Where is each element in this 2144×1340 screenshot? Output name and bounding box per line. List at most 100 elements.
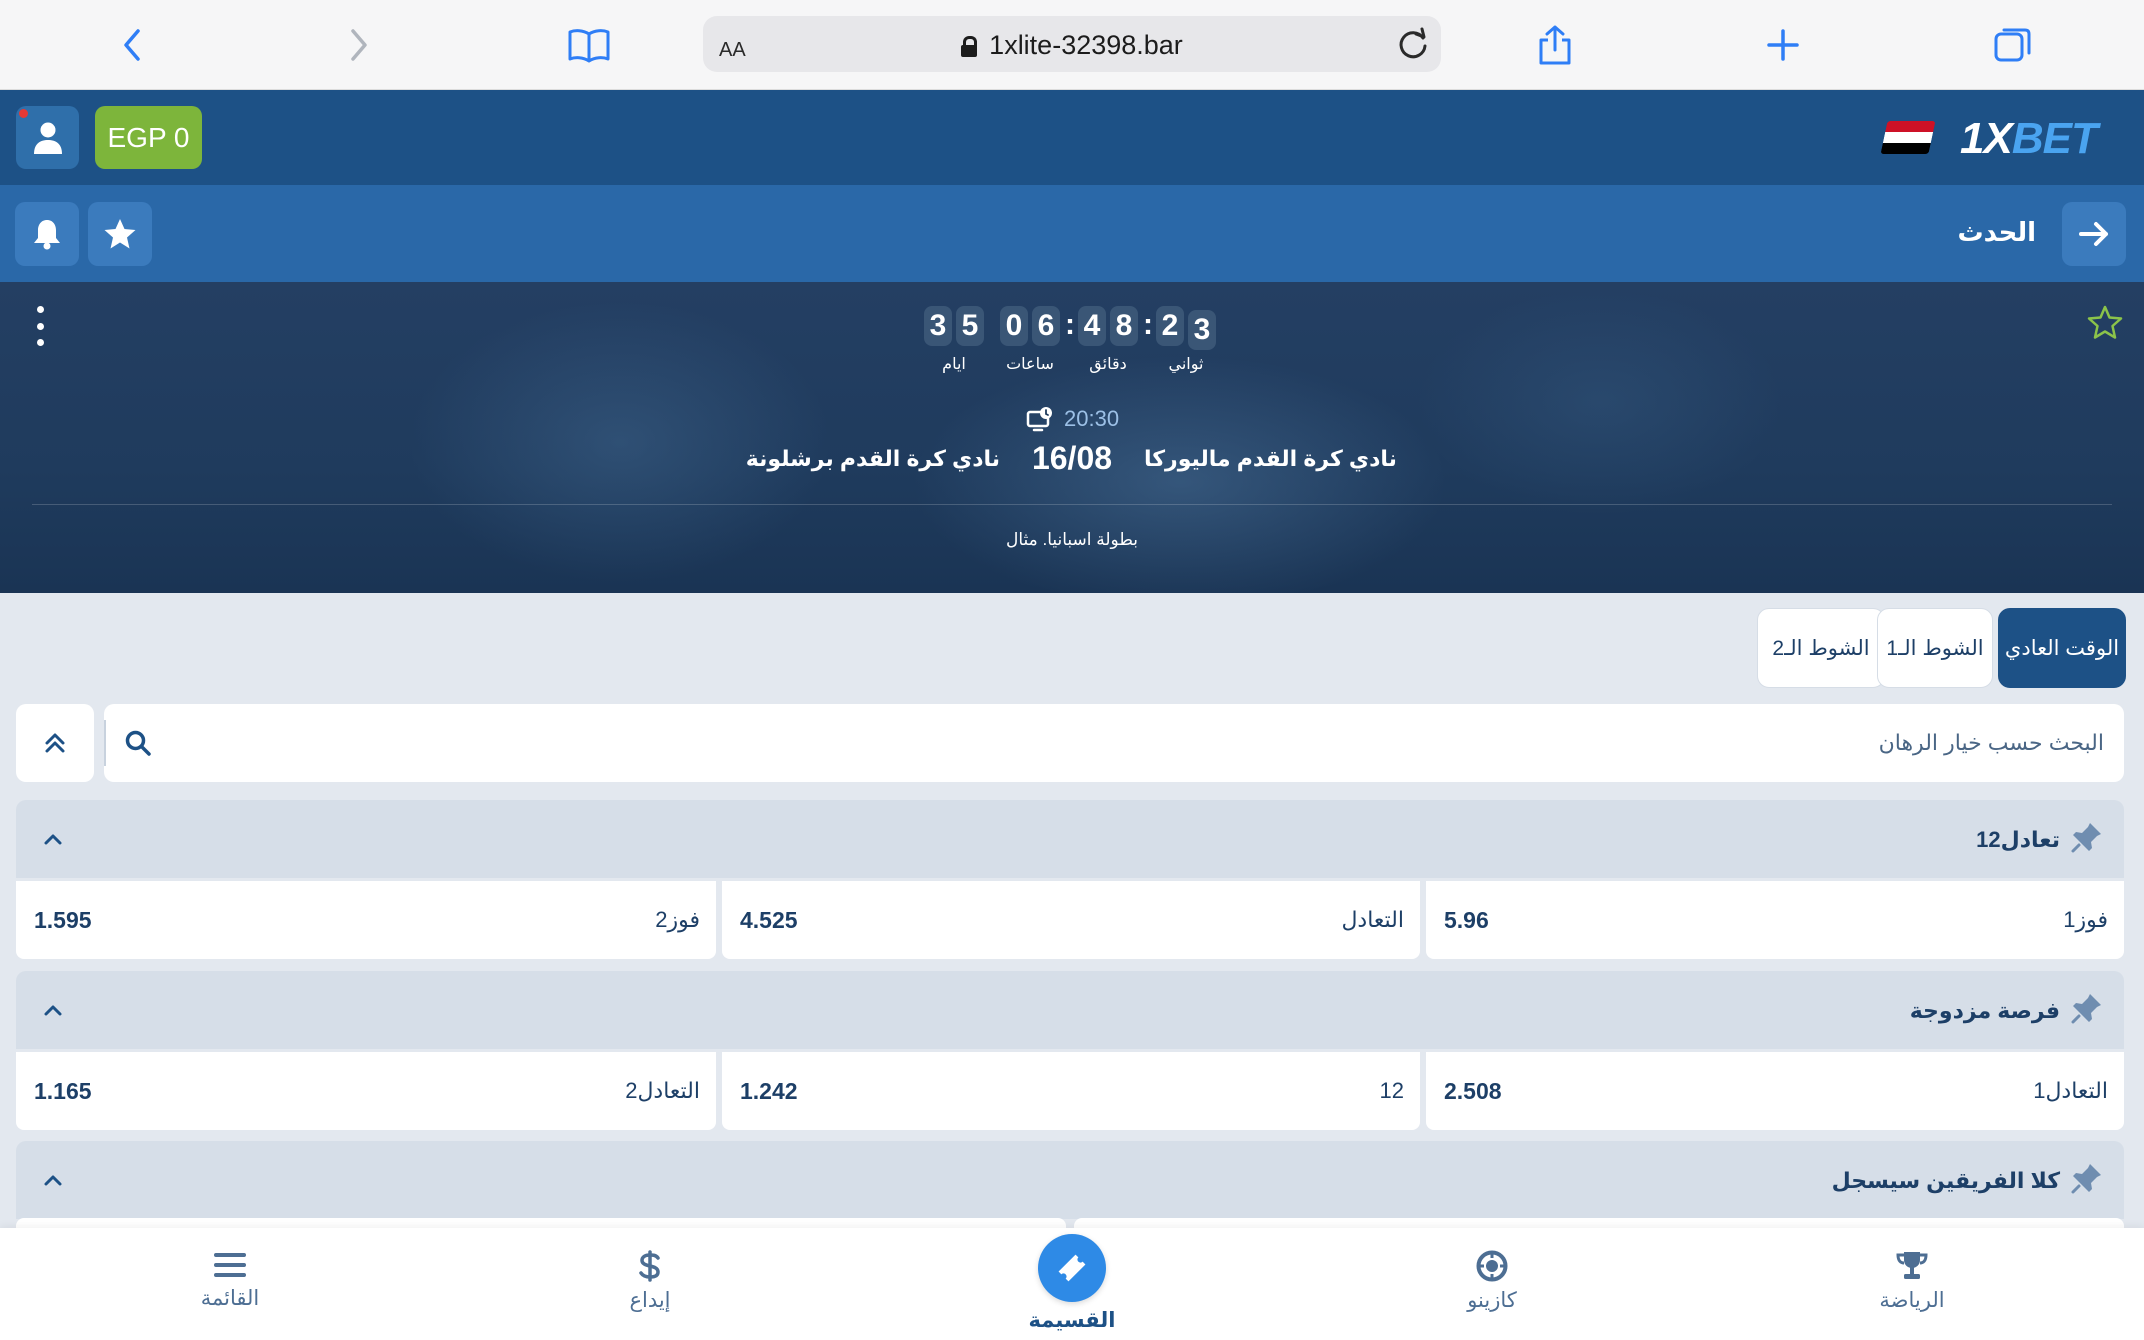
event-hero: 3 5 0 6 : 4 8 : 2 3 ايام ساعات دقائق ثوا… — [0, 282, 2144, 593]
home-team-name: نادي كرة القدم ماليوركا — [1144, 446, 1397, 471]
star-icon — [104, 219, 136, 249]
odd-label: فوز1 — [2063, 907, 2108, 932]
event-nav-bar: الحدث — [0, 185, 2144, 282]
league-name[interactable]: بطولة اسبانيا. مثال — [0, 530, 2144, 550]
odd-label: 12 — [1379, 1078, 1404, 1103]
dollar-icon — [639, 1250, 660, 1282]
countdown-minutes-label: دقائق — [1089, 356, 1127, 373]
notifications-button[interactable] — [15, 202, 79, 266]
chevron-up-icon[interactable] — [40, 826, 66, 852]
bottom-navigation: القائمة إيداع القسيمة كازينو الرياضة — [0, 1228, 2144, 1340]
countdown-digit: 4 — [1078, 306, 1106, 346]
search-input[interactable]: البحث حسب خيار الرهان — [104, 704, 2124, 782]
countdown-hours-label: ساعات — [1006, 356, 1054, 373]
nav-betslip[interactable] — [1038, 1234, 1106, 1302]
favorites-button[interactable] — [88, 202, 152, 266]
odd-button[interactable]: 1.595 فوز2 — [16, 881, 716, 959]
odd-button[interactable]: 5.96 فوز1 — [1426, 881, 2124, 959]
odd-button[interactable]: 1.242 12 — [722, 1052, 1420, 1130]
market-title: 1تعادل2 — [1976, 827, 2060, 852]
egypt-flag-icon[interactable] — [1880, 121, 1936, 154]
market-header[interactable]: فرصة مزدوجة — [16, 971, 2124, 1049]
nav-sports[interactable]: الرياضة — [1842, 1250, 1982, 1313]
odd-value: 1.242 — [740, 1078, 798, 1104]
balance-button[interactable]: EGP 0 — [95, 106, 202, 169]
nav-betslip-label[interactable]: القسيمة — [1002, 1308, 1142, 1333]
odd-label: 1التعادل — [2033, 1078, 2108, 1103]
odd-value: 4.525 — [740, 907, 798, 933]
market-title: فرصة مزدوجة — [1909, 998, 2060, 1023]
url-text: 1xlite-32398.bar — [989, 30, 1183, 60]
browser-toolbar: AA 1xlite-32398.bar — [0, 0, 2144, 90]
countdown-separator: : — [1065, 308, 1075, 341]
countdown-digit: 0 — [1000, 306, 1028, 346]
countdown-digit: 3 — [1188, 310, 1216, 350]
pin-icon[interactable] — [2070, 820, 2104, 854]
odd-button[interactable]: 4.525 التعادل — [722, 881, 1420, 959]
market-header[interactable]: 1تعادل2 — [16, 800, 2124, 878]
brand-logo[interactable]: 1XBET — [1960, 114, 2098, 164]
odd-label: فوز2 — [655, 907, 700, 932]
search-icon — [125, 730, 151, 756]
countdown-digit: 8 — [1110, 306, 1138, 346]
back-button[interactable] — [2062, 202, 2126, 266]
tab-second-half[interactable]: الشوط الـ2 — [1757, 608, 1885, 688]
more-options-icon[interactable] — [30, 306, 50, 346]
page-title: الحدث — [1957, 217, 2036, 247]
user-icon — [33, 122, 62, 154]
tab-regular-time[interactable]: الوقت العادي — [1998, 608, 2126, 688]
nav-casino[interactable]: كازينو — [1422, 1250, 1562, 1313]
collapse-all-button[interactable] — [16, 704, 94, 782]
menu-icon — [214, 1253, 246, 1277]
countdown-days-label: ايام — [942, 356, 966, 373]
address-bar[interactable]: AA 1xlite-32398.bar — [703, 16, 1441, 72]
chevron-up-icon[interactable] — [40, 1167, 66, 1193]
odd-value: 1.165 — [34, 1078, 92, 1104]
tab-first-half[interactable]: الشوط الـ1 — [1877, 608, 1993, 688]
lock-icon — [961, 36, 978, 57]
market-header[interactable]: كلا الفريقين سيسجل — [16, 1141, 2124, 1219]
odd-value: 2.508 — [1444, 1078, 1502, 1104]
hero-divider — [32, 504, 2112, 505]
favorite-star-icon[interactable] — [2086, 304, 2124, 342]
countdown-digit: 3 — [924, 306, 952, 346]
double-chevron-up-icon — [45, 733, 65, 753]
trophy-icon — [1896, 1252, 1928, 1279]
casino-chip-icon — [1476, 1250, 1508, 1282]
odd-value: 1.595 — [34, 907, 92, 933]
away-team-name: نادي كرة القدم برشلونة — [745, 446, 1000, 471]
odd-label: 2التعادل — [625, 1078, 700, 1103]
match-time: 20:30 — [1026, 406, 1119, 432]
broadcast-icon — [1026, 407, 1052, 432]
countdown-digit: 6 — [1032, 306, 1060, 346]
bell-icon — [34, 220, 60, 250]
nav-menu[interactable]: القائمة — [160, 1250, 300, 1311]
countdown-digit: 5 — [956, 306, 984, 346]
profile-button[interactable] — [16, 106, 79, 169]
app-header: EGP 0 1XBET — [0, 90, 2144, 185]
odd-button[interactable]: 2.508 1التعادل — [1426, 1052, 2124, 1130]
countdown-seconds-label: ثواني — [1168, 356, 1204, 373]
chevron-up-icon[interactable] — [40, 997, 66, 1023]
share-icon[interactable] — [1530, 20, 1580, 70]
odd-label: التعادل — [1341, 907, 1404, 932]
nav-deposit[interactable]: إيداع — [580, 1250, 720, 1313]
reload-icon[interactable] — [1395, 26, 1431, 62]
notification-dot — [19, 109, 28, 118]
market-title: كلا الفريقين سيسجل — [1831, 1168, 2060, 1193]
match-date: 16/08 — [1031, 440, 1113, 476]
odd-value: 5.96 — [1444, 907, 1489, 933]
countdown-digit: 2 — [1156, 306, 1184, 346]
odd-button[interactable]: 1.165 2التعادل — [16, 1052, 716, 1130]
search-placeholder: البحث حسب خيار الرهان — [1878, 730, 2104, 755]
pin-icon[interactable] — [2070, 1161, 2104, 1195]
back-icon[interactable] — [107, 20, 157, 70]
bookmarks-icon[interactable] — [564, 20, 614, 70]
tabs-overview-icon[interactable] — [1988, 20, 2038, 70]
countdown-separator: : — [1143, 308, 1153, 341]
new-tab-icon[interactable] — [1758, 20, 1808, 70]
arrow-right-icon — [2079, 222, 2108, 246]
ticket-icon — [1058, 1254, 1086, 1282]
pin-icon[interactable] — [2070, 991, 2104, 1025]
forward-icon[interactable] — [334, 20, 384, 70]
